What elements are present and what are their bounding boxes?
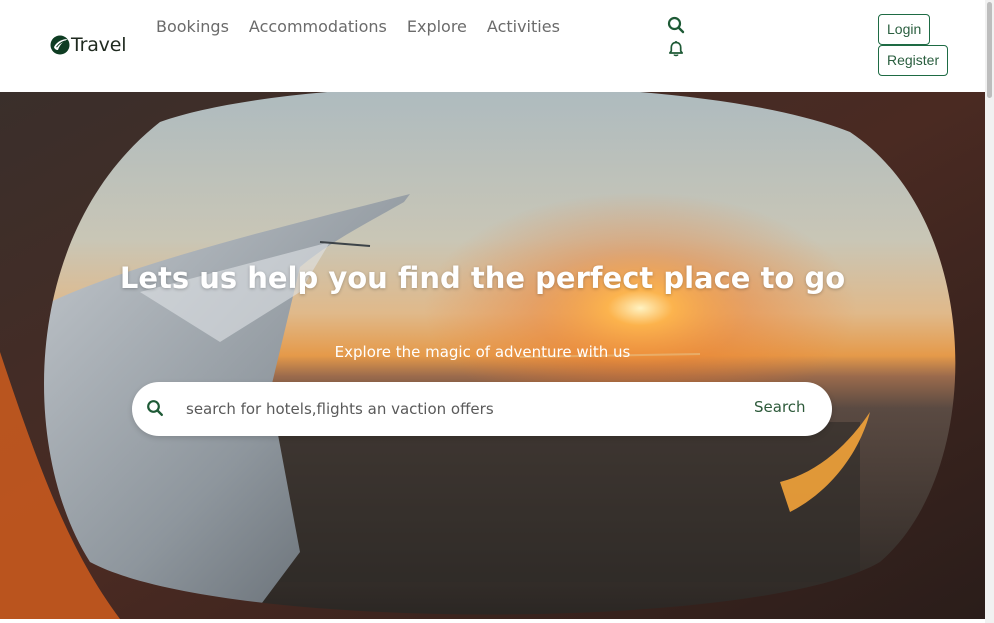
page-scrollbar[interactable] (985, 0, 994, 623)
hero-subtitle: Explore the magic of adventure with us (334, 343, 631, 361)
search-icon[interactable] (667, 16, 685, 34)
header-icon-group (667, 16, 687, 64)
leaf-swirl-logo-icon (50, 35, 70, 55)
search-input[interactable] (186, 393, 716, 425)
hero-title: Lets us help you find the perfect place … (119, 261, 846, 295)
search-icon (147, 400, 164, 417)
hero-section: Lets us help you find the perfect place … (0, 92, 985, 619)
top-navbar: Travel Bookings Accommodations Explore A… (0, 0, 985, 92)
nav-item-explore[interactable]: Explore (407, 17, 467, 36)
register-button[interactable]: Register (878, 45, 949, 76)
hero-search-bar: Search (132, 382, 832, 436)
main-nav: Bookings Accommodations Explore Activiti… (156, 17, 580, 36)
brand[interactable]: Travel (50, 34, 126, 56)
bell-icon[interactable] (667, 40, 685, 58)
scrollbar-thumb[interactable] (987, 2, 992, 98)
nav-item-accommodations[interactable]: Accommodations (249, 17, 387, 36)
brand-name: Travel (71, 34, 127, 56)
nav-item-activities[interactable]: Activities (487, 17, 560, 36)
search-button[interactable]: Search (738, 393, 822, 421)
login-button[interactable]: Login (878, 14, 931, 45)
nav-item-bookings[interactable]: Bookings (156, 17, 229, 36)
